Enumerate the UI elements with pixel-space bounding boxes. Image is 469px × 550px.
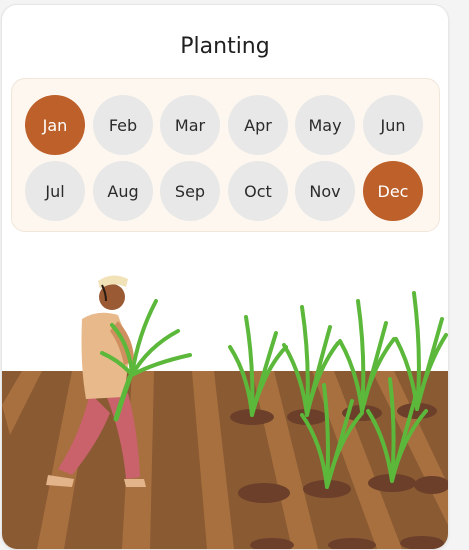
month-aug[interactable]: Aug	[93, 161, 153, 221]
month-dec[interactable]: Dec	[363, 161, 423, 221]
month-apr[interactable]: Apr	[228, 95, 288, 155]
month-sep[interactable]: Sep	[160, 161, 220, 221]
month-mar[interactable]: Mar	[160, 95, 220, 155]
planting-card: Planting Jan Feb Mar Apr May Jun Jul Aug…	[1, 4, 449, 550]
month-feb[interactable]: Feb	[93, 95, 153, 155]
farmer-planting-illustration	[2, 275, 448, 549]
month-jul[interactable]: Jul	[25, 161, 85, 221]
month-may[interactable]: May	[295, 95, 355, 155]
month-nov[interactable]: Nov	[295, 161, 355, 221]
month-jan[interactable]: Jan	[25, 95, 85, 155]
month-jun[interactable]: Jun	[363, 95, 423, 155]
month-oct[interactable]: Oct	[228, 161, 288, 221]
month-selector: Jan Feb Mar Apr May Jun Jul Aug Sep Oct …	[11, 78, 440, 232]
card-title: Planting	[180, 34, 270, 59]
